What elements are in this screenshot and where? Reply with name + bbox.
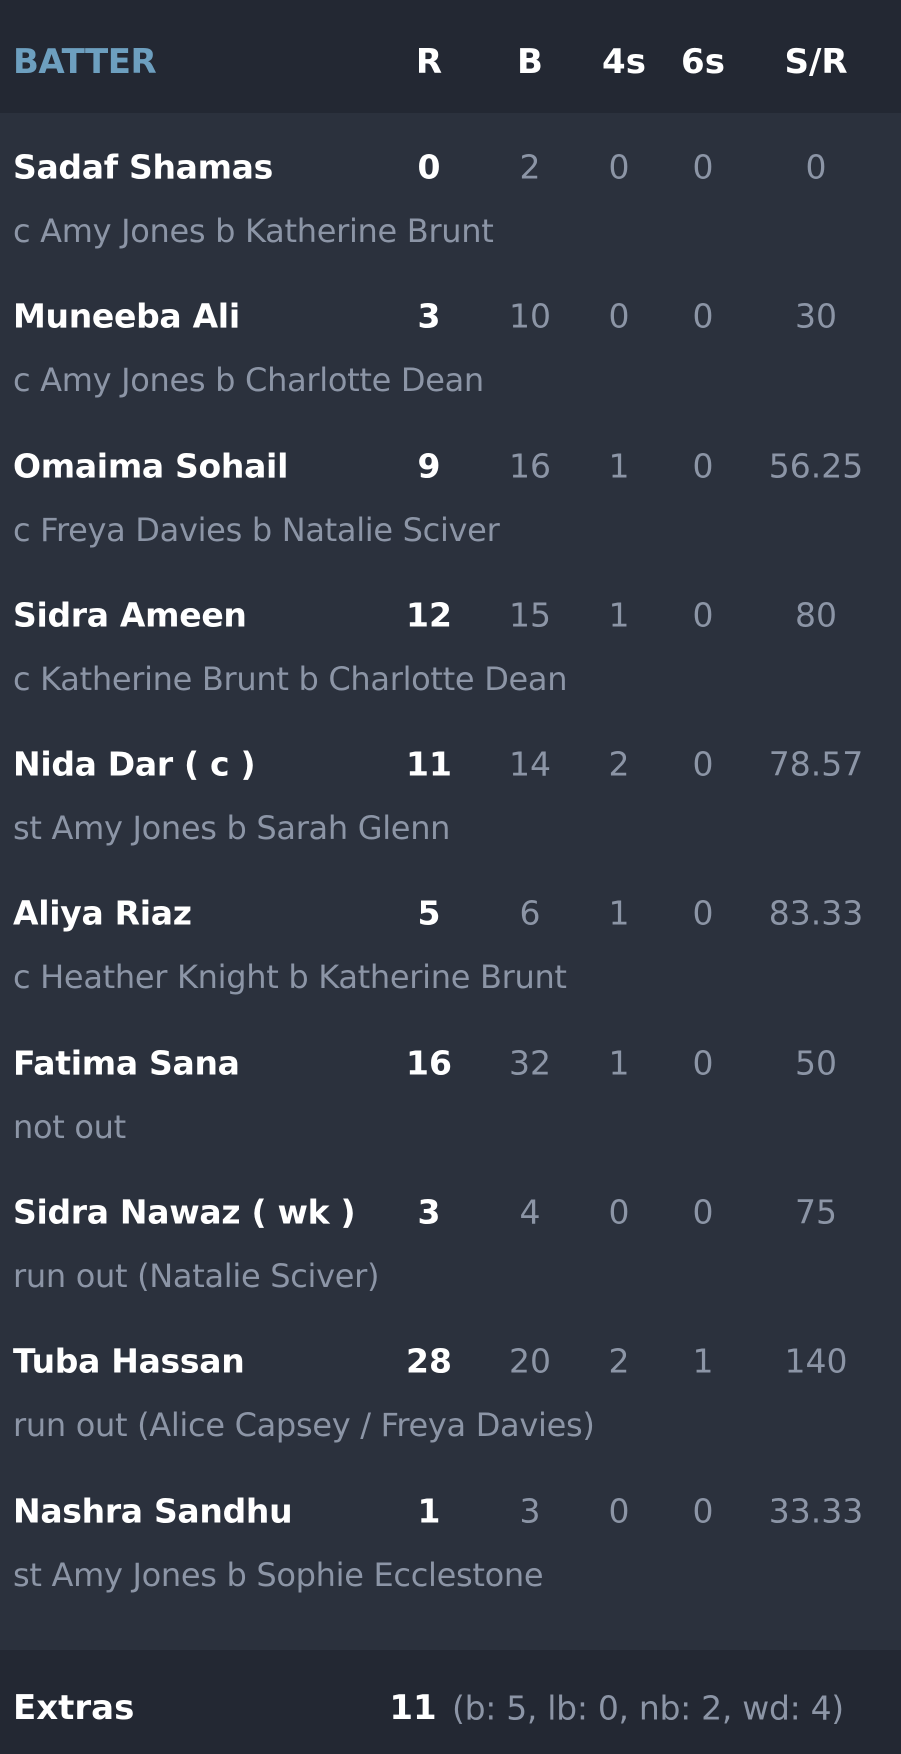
batter-strike-rate: 33.33	[768, 1491, 864, 1531]
batter-dismissal: c Freya Davies b Natalie Sciver	[13, 510, 500, 549]
batter-fours: 1	[608, 595, 630, 635]
batter-sixes: 0	[692, 1491, 714, 1531]
batter-runs: 3	[417, 296, 441, 336]
batter-name[interactable]: Fatima Sana	[13, 1043, 240, 1082]
extras-row: Extras 11 (b: 5, lb: 0, nb: 2, wd: 4)	[0, 1650, 901, 1754]
batter-sixes: 0	[692, 1043, 714, 1083]
batter-row[interactable]: Nashra Sandhu 1 3 0 0 33.33 st Amy Jones…	[0, 1457, 901, 1606]
batter-balls: 20	[509, 1341, 551, 1381]
header-sixes: 6s	[681, 42, 725, 82]
batter-balls: 32	[509, 1043, 551, 1083]
batter-fours: 1	[608, 446, 630, 486]
batter-row[interactable]: Nida Dar ( c ) 11 14 2 0 78.57 st Amy Jo…	[0, 710, 901, 859]
batter-sixes: 0	[692, 147, 714, 187]
batter-row[interactable]: Omaima Sohail 9 16 1 0 56.25 c Freya Dav…	[0, 412, 901, 561]
batter-strike-rate: 140	[784, 1341, 848, 1381]
batter-sixes: 0	[692, 446, 714, 486]
batter-name[interactable]: Aliya Riaz	[13, 894, 192, 933]
batter-dismissal: run out (Natalie Sciver)	[13, 1257, 380, 1296]
batter-runs: 28	[406, 1341, 452, 1381]
scorecard-header: BATTER R B 4s 6s S/R	[0, 0, 901, 113]
header-strike-rate: S/R	[784, 42, 848, 82]
batter-balls: 15	[509, 595, 551, 635]
batter-dismissal: run out (Alice Capsey / Freya Davies)	[13, 1406, 595, 1445]
batter-row[interactable]: Tuba Hassan 28 20 2 1 140 run out (Alice…	[0, 1307, 901, 1456]
batter-row[interactable]: Aliya Riaz 5 6 1 0 83.33 c Heather Knigh…	[0, 859, 901, 1008]
batter-strike-rate: 56.25	[768, 446, 864, 486]
batter-name[interactable]: Sadaf Shamas	[13, 148, 273, 187]
batter-runs: 3	[417, 1192, 441, 1232]
batter-strike-rate: 83.33	[768, 893, 864, 933]
batter-dismissal: st Amy Jones b Sarah Glenn	[13, 809, 451, 848]
batter-strike-rate: 75	[795, 1192, 837, 1232]
batter-balls: 4	[519, 1192, 541, 1232]
extras-label: Extras	[13, 1688, 135, 1728]
batter-balls: 2	[519, 147, 541, 187]
batter-sixes: 0	[692, 893, 714, 933]
batter-fours: 0	[608, 296, 630, 336]
batter-fours: 0	[608, 147, 630, 187]
header-balls: B	[517, 42, 543, 82]
batter-fours: 1	[608, 893, 630, 933]
batter-row[interactable]: Fatima Sana 16 32 1 0 50 not out	[0, 1009, 901, 1158]
batter-runs: 5	[417, 893, 441, 933]
batter-balls: 3	[519, 1491, 541, 1531]
batter-runs: 12	[406, 595, 452, 635]
batter-row[interactable]: Muneeba Ali 3 10 0 0 30 c Amy Jones b Ch…	[0, 262, 901, 411]
batter-balls: 6	[519, 893, 541, 933]
batter-strike-rate: 0	[805, 147, 827, 187]
batter-balls: 14	[509, 744, 551, 784]
batter-runs: 0	[417, 147, 441, 187]
batter-fours: 2	[608, 744, 630, 784]
batter-row[interactable]: Sadaf Shamas 0 2 0 0 0 c Amy Jones b Kat…	[0, 113, 901, 262]
batter-runs: 9	[417, 446, 441, 486]
batter-name[interactable]: Muneeba Ali	[13, 297, 240, 336]
batter-name[interactable]: Sidra Nawaz ( wk )	[13, 1193, 356, 1232]
batter-row[interactable]: Sidra Ameen 12 15 1 0 80 c Katherine Bru…	[0, 561, 901, 710]
batter-dismissal: c Amy Jones b Katherine Brunt	[13, 212, 494, 250]
extras-breakdown: (b: 5, lb: 0, nb: 2, wd: 4)	[452, 1688, 844, 1728]
batter-dismissal: c Katherine Brunt b Charlotte Dean	[13, 659, 568, 698]
batting-rows: Sadaf Shamas 0 2 0 0 0 c Amy Jones b Kat…	[0, 113, 901, 1606]
batter-fours: 1	[608, 1043, 630, 1083]
batter-fours: 2	[608, 1341, 630, 1381]
header-batter: BATTER	[13, 42, 157, 82]
batter-dismissal: not out	[13, 1107, 126, 1146]
batter-fours: 0	[608, 1491, 630, 1531]
batter-name[interactable]: Nashra Sandhu	[13, 1491, 293, 1530]
batter-sixes: 0	[692, 296, 714, 336]
batter-dismissal: c Heather Knight b Katherine Brunt	[13, 958, 567, 997]
batter-dismissal: c Amy Jones b Charlotte Dean	[13, 361, 484, 400]
batter-strike-rate: 50	[795, 1043, 837, 1083]
batter-runs: 1	[417, 1491, 441, 1531]
batter-row[interactable]: Sidra Nawaz ( wk ) 3 4 0 0 75 run out (N…	[0, 1158, 901, 1307]
batter-sixes: 1	[692, 1341, 714, 1381]
batter-sixes: 0	[692, 595, 714, 635]
batter-balls: 16	[509, 446, 551, 486]
batter-name[interactable]: Sidra Ameen	[13, 595, 247, 634]
batter-balls: 10	[509, 296, 551, 336]
header-fours: 4s	[602, 42, 646, 82]
batter-name[interactable]: Tuba Hassan	[13, 1342, 245, 1381]
batter-fours: 0	[608, 1192, 630, 1232]
batter-name[interactable]: Nida Dar ( c )	[13, 745, 256, 784]
batter-runs: 16	[406, 1043, 452, 1083]
batter-strike-rate: 78.57	[768, 744, 864, 784]
batter-sixes: 0	[692, 744, 714, 784]
batter-runs: 11	[406, 744, 452, 784]
extras-total: 11	[389, 1688, 437, 1728]
batter-strike-rate: 30	[795, 296, 837, 336]
batter-dismissal: st Amy Jones b Sophie Ecclestone	[13, 1555, 544, 1594]
batter-sixes: 0	[692, 1192, 714, 1232]
batter-name[interactable]: Omaima Sohail	[13, 446, 288, 485]
batter-strike-rate: 80	[795, 595, 837, 635]
header-runs: R	[415, 42, 443, 82]
